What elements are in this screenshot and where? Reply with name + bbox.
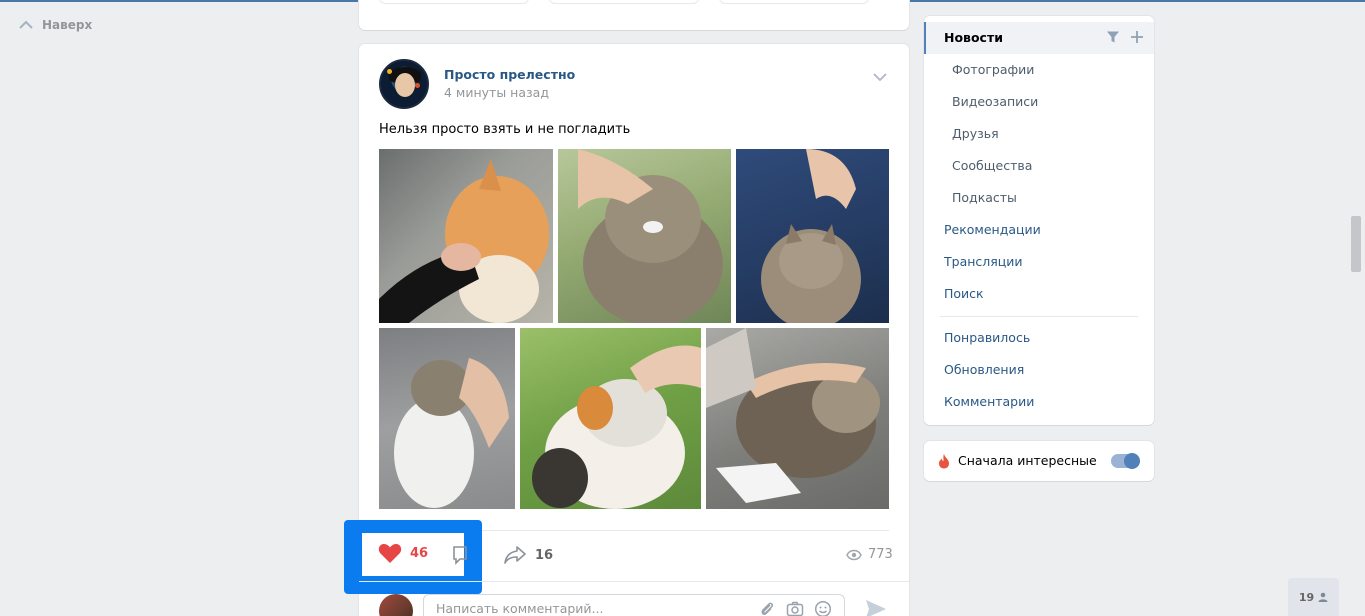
menu-item-recommendations[interactable]: Рекомендации	[924, 214, 1154, 246]
menu-item-search[interactable]: Поиск	[924, 278, 1154, 310]
eye-icon	[846, 549, 862, 560]
menu-item-communities[interactable]: Сообщества	[924, 150, 1154, 182]
news-menu: Новости Фотографии Видеозаписи Друзья Со…	[924, 16, 1154, 425]
post-photo[interactable]	[736, 149, 889, 323]
post-photo[interactable]	[520, 328, 701, 509]
scrollbar-thumb[interactable]	[1351, 216, 1361, 272]
previous-post-stub	[379, 0, 529, 4]
post-photo[interactable]	[558, 149, 731, 323]
heart-icon	[378, 544, 402, 563]
comment-divider	[359, 581, 909, 582]
like-button[interactable]: 46	[378, 542, 428, 564]
comment-input[interactable]: Написать комментарий...	[423, 594, 845, 616]
online-count: 19	[1298, 590, 1315, 604]
plus-icon[interactable]	[1130, 30, 1144, 44]
author-avatar[interactable]	[379, 59, 429, 109]
comment-icon[interactable]	[452, 545, 468, 565]
interesting-first-label: Сначала интересные	[958, 453, 1097, 468]
person-icon	[1318, 592, 1328, 602]
share-icon	[504, 546, 526, 564]
menu-item-broadcasts[interactable]: Трансляции	[924, 246, 1154, 278]
post-text: Нельзя просто взять и не погладить	[379, 122, 631, 137]
post-photo[interactable]	[706, 328, 889, 509]
menu-item-photos[interactable]: Фотографии	[924, 54, 1154, 86]
filter-icon[interactable]	[1106, 30, 1120, 44]
camera-icon[interactable]	[786, 600, 804, 616]
like-count: 46	[410, 545, 429, 561]
views-counter: 773	[846, 547, 893, 562]
attach-icon[interactable]	[758, 600, 776, 616]
menu-item-friends[interactable]: Друзья	[924, 118, 1154, 150]
back-to-top-label: Наверх	[42, 18, 93, 32]
smile-icon[interactable]	[814, 600, 832, 616]
back-to-top-button[interactable]: Наверх	[18, 17, 92, 33]
menu-item-liked[interactable]: Понравилось	[924, 322, 1154, 354]
post-author[interactable]: Просто прелестно	[444, 67, 575, 82]
menu-item-comments[interactable]: Комментарии	[924, 386, 1154, 418]
previous-post-stub	[549, 0, 699, 4]
online-friends-badge[interactable]: 19	[1288, 578, 1339, 616]
send-icon[interactable]	[864, 598, 888, 616]
chevron-down-icon[interactable]	[871, 68, 889, 86]
post-time[interactable]: 4 минуты назад	[444, 85, 549, 100]
interesting-first-card: Сначала интересные	[924, 441, 1154, 481]
fire-icon	[939, 454, 949, 469]
menu-item-podcasts[interactable]: Подкасты	[924, 182, 1154, 214]
interesting-first-toggle[interactable]	[1111, 453, 1140, 469]
menu-item-videos[interactable]: Видеозаписи	[924, 86, 1154, 118]
post-photo[interactable]	[379, 149, 553, 323]
menu-item-updates[interactable]: Обновления	[924, 354, 1154, 386]
previous-post-card	[359, 0, 909, 30]
share-count: 16	[535, 547, 554, 563]
chevron-up-icon	[19, 20, 33, 29]
previous-post-stub	[719, 0, 869, 4]
post-photo[interactable]	[379, 328, 515, 509]
views-count: 773	[868, 547, 893, 562]
menu-separator	[940, 316, 1138, 317]
share-button[interactable]: 16	[503, 545, 553, 565]
